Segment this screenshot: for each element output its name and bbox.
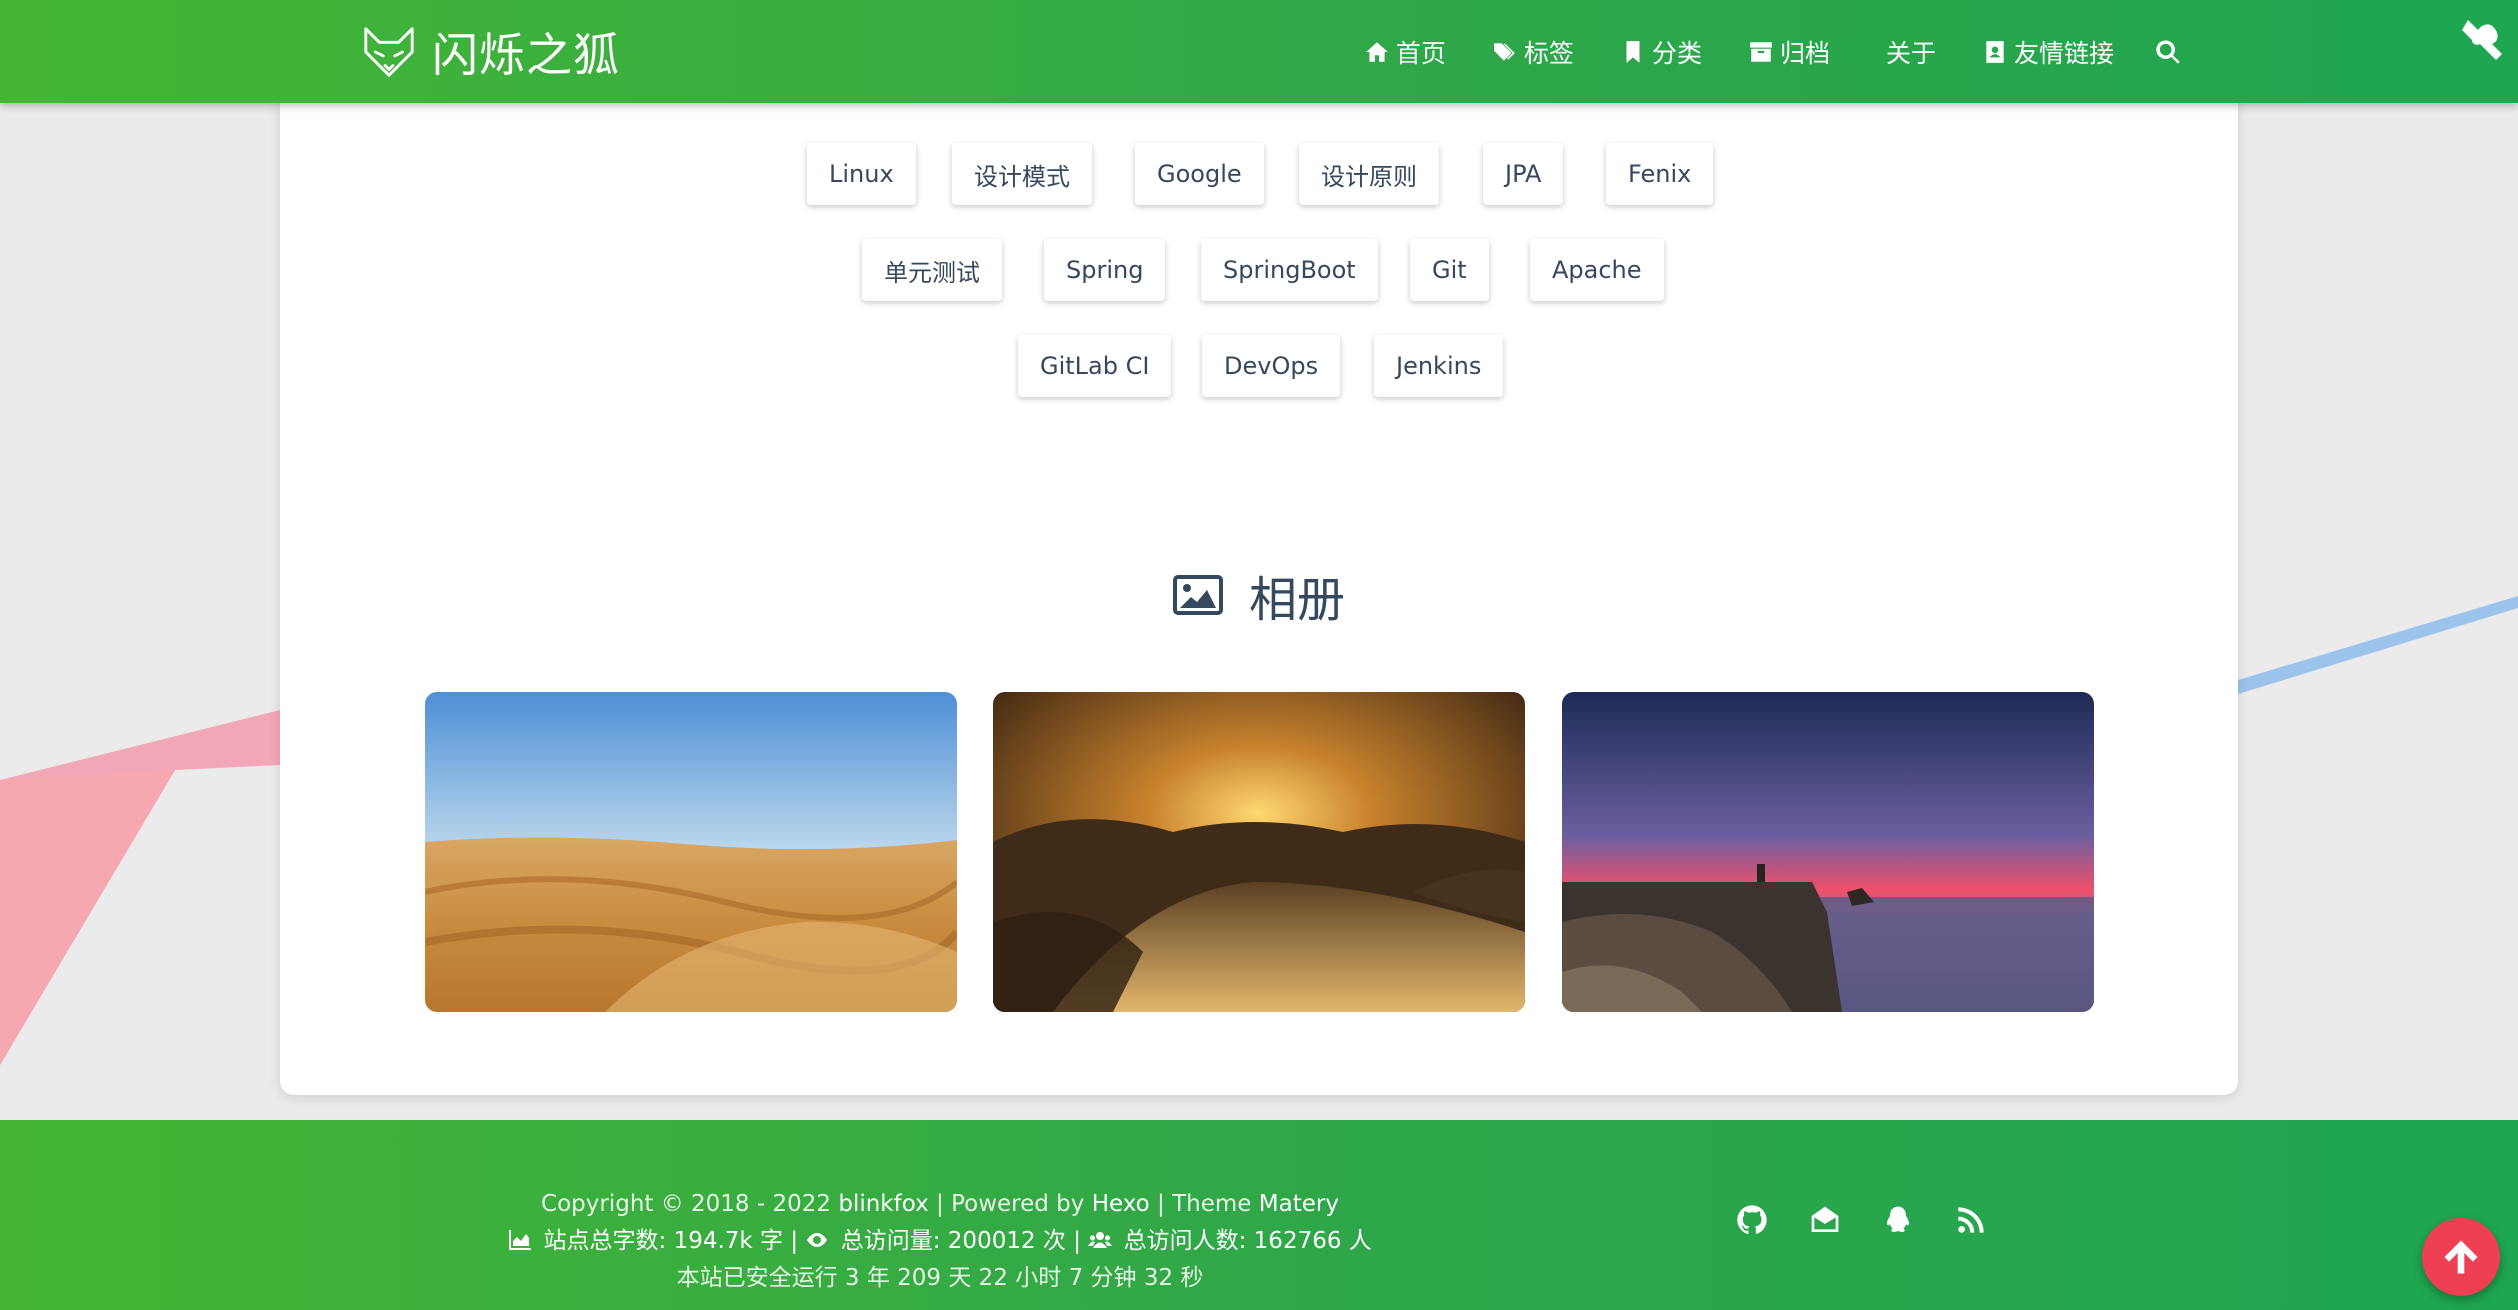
runtime-text: 本站已安全运行 3 年 209 天 22 小时 7 分钟 32 秒 [676, 1265, 1204, 1291]
tag-chip[interactable]: GitLab CI [1018, 335, 1172, 397]
coastal-cliff-dusk-photo [1562, 692, 2094, 1012]
album-heading: 相册 [280, 560, 2238, 630]
album-photo-coastal-cliff[interactable] [1562, 692, 2094, 1012]
tag-chip[interactable]: Jenkins [1374, 335, 1504, 397]
site-name: 闪烁之狐 [432, 28, 620, 82]
tag-chip[interactable]: 单元测试 [862, 239, 1002, 301]
arrow-up-icon [2444, 1240, 2478, 1274]
nav-archive[interactable]: 归档 [1748, 34, 1830, 70]
email-link[interactable] [1805, 1200, 1845, 1240]
album-photo-desert[interactable] [425, 692, 957, 1012]
site-footer: Copyright © 2018 - 2022 blinkfox | Power… [0, 1120, 2518, 1310]
social-links [1732, 1200, 2024, 1240]
nav-categories-label: 分类 [1651, 38, 1702, 68]
tag-chip[interactable]: 设计模式 [952, 143, 1092, 205]
uv-value: 162766 [1253, 1228, 1342, 1254]
email-icon [1811, 1206, 1839, 1232]
bookmark-icon [1626, 40, 1640, 63]
rss-icon [1958, 1207, 1984, 1233]
uv-label: 总访问人数: [1123, 1228, 1247, 1254]
nav-tags-label: 标签 [1523, 38, 1574, 68]
author-link[interactable]: blinkfox [838, 1191, 928, 1217]
nav-friend-links-label: 友情链接 [2013, 38, 2114, 68]
eye-icon [807, 1233, 828, 1247]
github-corner-link[interactable] [2418, 0, 2518, 100]
tag-chip[interactable]: JPA [1483, 143, 1564, 205]
site-logo[interactable]: 闪烁之狐 [360, 22, 620, 82]
album-photo-sunset-dunes[interactable] [993, 692, 1525, 1012]
pv-unit: 次 | [1042, 1228, 1081, 1254]
desert-dunes-photo [425, 692, 957, 1012]
tag-chip[interactable]: DevOps [1202, 335, 1341, 397]
main-nav: 首页 标签 分类 归档 关于 友情链接 [1318, 0, 2188, 103]
github-link[interactable] [1732, 1200, 1772, 1240]
uv-unit: 人 [1348, 1228, 1372, 1254]
github-icon [1737, 1205, 1767, 1234]
tag-chip[interactable]: 设计原则 [1299, 143, 1439, 205]
archive-icon [1750, 41, 1772, 62]
search-button[interactable] [2154, 38, 2188, 66]
tag-chip[interactable]: Apache [1530, 239, 1664, 301]
album-title: 相册 [1248, 572, 1345, 628]
search-icon [2156, 39, 2180, 64]
pv-label: 总访问量: [840, 1228, 941, 1254]
footer-stats-line: 站点总字数: 194.7k 字 | 总访问量: 200012 次 | 总访问人数… [390, 1223, 1490, 1260]
powered-text: | Powered by [936, 1191, 1085, 1217]
top-navbar: 闪烁之狐 首页 标签 分类 归档 关于 友情链接 [0, 0, 2518, 103]
word-count-label: 站点总字数: [543, 1228, 667, 1254]
footer-info: Copyright © 2018 - 2022 blinkfox | Power… [390, 1186, 1490, 1297]
nav-tags[interactable]: 标签 [1492, 34, 1574, 70]
theme-text: | Theme [1157, 1191, 1252, 1217]
tag-chip[interactable]: Git [1410, 239, 1489, 301]
nav-categories[interactable]: 分类 [1620, 34, 1702, 70]
back-to-top-button[interactable] [2422, 1218, 2500, 1296]
sunset-dunes-photo [993, 692, 1525, 1012]
tag-chip[interactable]: Google [1135, 143, 1264, 205]
nav-archive-label: 归档 [1779, 38, 1830, 68]
word-count-value: 194.7k [673, 1228, 753, 1254]
tag-chip[interactable]: SpringBoot [1201, 239, 1378, 301]
users-icon [1088, 1232, 1113, 1248]
tag-chip[interactable]: Spring [1044, 239, 1166, 301]
main-content-card: Linux 设计模式 Google 设计原则 JPA Fenix 单元测试 Sp… [280, 30, 2238, 1095]
nav-about[interactable]: 关于 [1886, 34, 1936, 70]
tag-chip[interactable]: Linux [807, 143, 916, 205]
nav-home-label: 首页 [1395, 38, 1446, 68]
nav-about-label: 关于 [1885, 38, 1936, 68]
nav-home[interactable]: 首页 [1364, 34, 1446, 70]
qq-icon [1887, 1206, 1909, 1232]
copyright-text: Copyright © 2018 - 2022 [541, 1191, 832, 1217]
pv-value: 200012 [947, 1228, 1036, 1254]
hexo-link[interactable]: Hexo [1092, 1191, 1150, 1217]
tag-chip[interactable]: Fenix [1606, 143, 1714, 205]
tags-icon [1494, 42, 1515, 61]
fox-logo-icon [364, 27, 414, 77]
footer-copyright-line: Copyright © 2018 - 2022 blinkfox | Power… [390, 1186, 1490, 1223]
matery-link[interactable]: Matery [1259, 1191, 1339, 1217]
area-chart-icon [509, 1230, 532, 1250]
address-book-icon [1986, 40, 2004, 63]
qq-link[interactable] [1878, 1200, 1918, 1240]
nav-friend-links[interactable]: 友情链接 [1982, 34, 2114, 70]
image-icon [1172, 575, 1223, 615]
word-count-unit: 字 | [760, 1228, 799, 1254]
rss-link[interactable] [1951, 1200, 1991, 1240]
home-icon [1366, 41, 1388, 62]
